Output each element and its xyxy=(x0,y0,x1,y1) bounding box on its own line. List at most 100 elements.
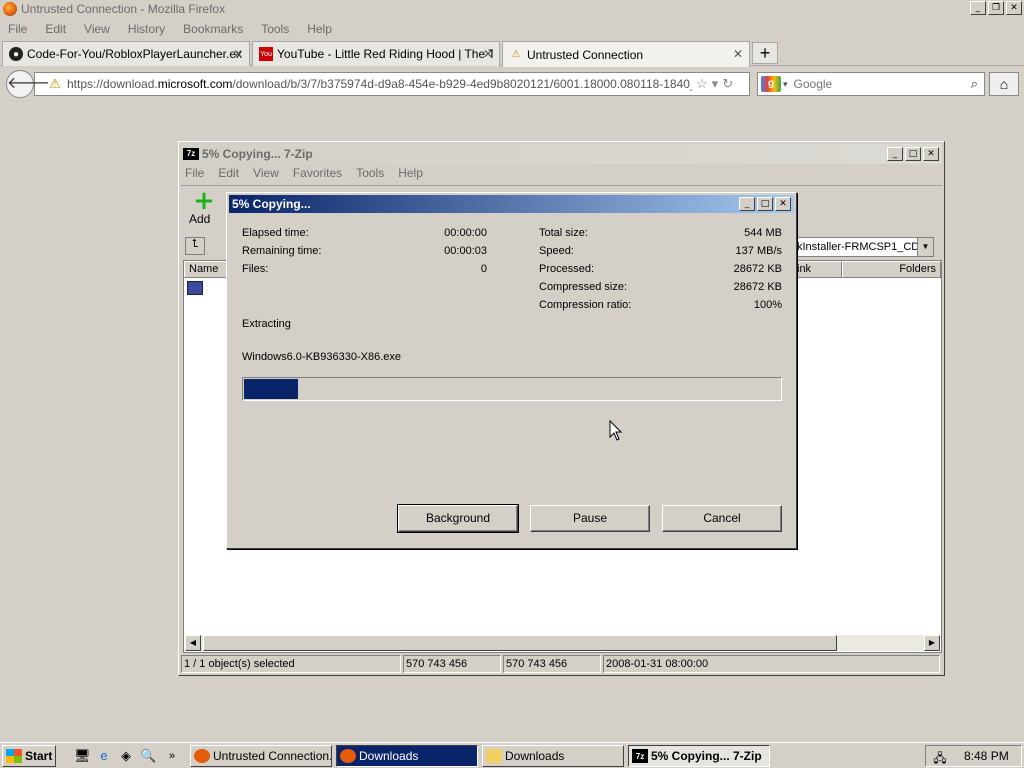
minimize-button[interactable]: _ xyxy=(739,197,755,211)
tab-youtube[interactable]: You YouTube - Little Red Riding Hood | T… xyxy=(252,41,500,66)
menu-edit[interactable]: Edit xyxy=(218,166,239,184)
status-size: 570 743 456 xyxy=(403,655,501,673)
remaining-label: Remaining time: xyxy=(242,245,322,257)
url-bar[interactable]: ⚠ https://download.microsoft.com/downloa… xyxy=(34,72,750,96)
browser-title: Untrusted Connection - Mozilla Firefox xyxy=(21,2,226,16)
compression-ratio-label: Compression ratio: xyxy=(539,299,632,311)
bookmark-star-icon[interactable]: ☆ xyxy=(696,76,708,92)
menu-help[interactable]: Help xyxy=(398,166,423,184)
task-label: Downloads xyxy=(359,749,419,763)
home-button[interactable]: ⌂ xyxy=(989,72,1019,96)
internet-explorer-icon[interactable]: e xyxy=(96,748,112,764)
background-button[interactable]: Background xyxy=(397,504,519,533)
status-selection: 1 / 1 object(s) selected xyxy=(181,655,401,673)
tab-github[interactable]: ● Code-For-You/RobloxPlayerLauncher.ex..… xyxy=(2,41,250,66)
menu-tools[interactable]: Tools xyxy=(261,22,289,36)
status-modified: 2008-01-31 08:00:00 xyxy=(603,655,940,673)
column-header-name[interactable]: Name xyxy=(184,261,229,278)
tab-close-icon[interactable]: ✕ xyxy=(233,47,243,61)
7zip-titlebar: 7z 5% Copying... 7-Zip _ □ ✕ xyxy=(181,144,942,164)
menu-view[interactable]: View xyxy=(253,166,279,184)
scrollbar-thumb[interactable] xyxy=(203,635,837,651)
search-icon[interactable]: ⌕ xyxy=(971,76,978,92)
file-icon[interactable] xyxy=(187,281,203,295)
horizontal-scrollbar[interactable]: ◀ ▶ xyxy=(185,635,940,651)
search-folder-icon[interactable]: 🔍 xyxy=(140,748,156,764)
files-value: 0 xyxy=(480,263,487,275)
column-header-folders[interactable]: Folders xyxy=(842,261,941,278)
close-button[interactable]: ✕ xyxy=(775,197,791,211)
pause-button[interactable]: Pause xyxy=(530,505,650,532)
tab-close-icon[interactable]: ✕ xyxy=(733,47,743,61)
quicklaunch-chevron-icon[interactable]: » xyxy=(164,748,180,764)
menu-tools[interactable]: Tools xyxy=(356,166,384,184)
speed-label: Speed: xyxy=(539,245,574,257)
7zip-menubar: File Edit View Favorites Tools Help xyxy=(185,166,437,184)
tab-untrusted-connection[interactable]: ⚠ Untrusted Connection ✕ xyxy=(502,41,750,67)
search-input[interactable]: Google xyxy=(794,77,971,91)
add-button[interactable]: + Add xyxy=(189,188,219,226)
path-combobox[interactable]: kInstaller-FRMCSP1_CD1 ▼ xyxy=(794,237,934,257)
7zip-title: 5% Copying... 7-Zip xyxy=(202,147,313,161)
clock[interactable]: 8:48 PM xyxy=(964,749,1009,763)
menu-view[interactable]: View xyxy=(84,22,110,36)
task-downloads-firefox[interactable]: Downloads xyxy=(336,745,478,767)
url-dropdown-icon[interactable]: ▾ xyxy=(712,76,719,92)
maximize-button[interactable]: □ xyxy=(757,197,773,211)
scroll-right-icon[interactable]: ▶ xyxy=(924,635,940,651)
network-icon[interactable]: 🖧 xyxy=(932,749,948,765)
elapsed-value: 00:00:00 xyxy=(444,227,487,239)
close-button[interactable]: ✕ xyxy=(1006,1,1022,15)
media-icon[interactable]: ◈ xyxy=(118,748,134,764)
tab-close-icon[interactable]: ✕ xyxy=(483,47,493,61)
restore-button[interactable]: ❐ xyxy=(988,1,1004,15)
url-suffix: /download/b/3/7/b375974d-d9a8-454e-b929-… xyxy=(232,77,692,91)
reload-icon[interactable]: ↻ xyxy=(722,76,733,92)
progress-titlebar: 5% Copying... _ □ ✕ xyxy=(229,195,794,213)
elapsed-label: Elapsed time: xyxy=(242,227,309,239)
taskbar: Start 🖥 e ◈ 🔍 » Untrusted Connection... … xyxy=(0,742,1024,768)
menu-favorites[interactable]: Favorites xyxy=(293,166,342,184)
task-downloads-folder[interactable]: Downloads xyxy=(482,745,624,767)
browser-menubar: File Edit View History Bookmarks Tools H… xyxy=(0,19,1024,39)
navigation-bar: ⚠ https://download.microsoft.com/downloa… xyxy=(0,67,1024,101)
task-label: 5% Copying... 7-Zip xyxy=(651,749,762,763)
new-tab-button[interactable]: + xyxy=(752,42,778,64)
menu-history[interactable]: History xyxy=(128,22,165,36)
url-text[interactable]: https://download.microsoft.com/download/… xyxy=(67,77,692,91)
folder-icon xyxy=(486,749,502,763)
google-icon: g xyxy=(761,76,781,92)
search-bar[interactable]: g ▾ Google ⌕ xyxy=(757,72,985,96)
progress-fill xyxy=(244,379,298,399)
remaining-value: 00:00:03 xyxy=(444,245,487,257)
back-button[interactable]: 🡐 xyxy=(6,70,50,98)
folder-up-button[interactable]: ⮤ xyxy=(185,237,205,255)
menu-file[interactable]: File xyxy=(185,166,204,184)
scroll-left-icon[interactable]: ◀ xyxy=(185,635,201,651)
dropdown-arrow-icon[interactable]: ▼ xyxy=(917,238,933,256)
menu-file[interactable]: File xyxy=(8,22,27,36)
show-desktop-icon[interactable]: 🖥 xyxy=(74,748,91,764)
tab-label: Untrusted Connection xyxy=(527,47,644,62)
progress-title: 5% Copying... xyxy=(232,197,311,211)
7zip-icon: 7z xyxy=(632,749,648,763)
menu-help[interactable]: Help xyxy=(307,22,332,36)
firefox-icon xyxy=(340,749,356,763)
maximize-button[interactable]: □ xyxy=(905,147,921,161)
close-button[interactable]: ✕ xyxy=(923,147,939,161)
cancel-button[interactable]: Cancel xyxy=(662,505,782,532)
task-untrusted-connection[interactable]: Untrusted Connection... xyxy=(190,745,332,767)
url-prefix: https://download. xyxy=(67,77,158,91)
menu-bookmarks[interactable]: Bookmarks xyxy=(183,22,243,36)
column-header-link[interactable]: ink xyxy=(792,261,842,278)
task-7zip[interactable]: 7z 5% Copying... 7-Zip xyxy=(628,745,770,767)
github-icon: ● xyxy=(9,47,23,61)
minimize-button[interactable]: _ xyxy=(887,147,903,161)
start-button[interactable]: Start xyxy=(2,745,56,767)
search-engine-dropdown-icon[interactable]: ▾ xyxy=(783,79,788,90)
menu-edit[interactable]: Edit xyxy=(45,22,66,36)
task-label: Downloads xyxy=(505,749,565,763)
tab-label: YouTube - Little Red Riding Hood | The T… xyxy=(277,47,493,61)
processed-value: 28672 KB xyxy=(733,263,782,275)
minimize-button[interactable]: _ xyxy=(970,1,986,15)
